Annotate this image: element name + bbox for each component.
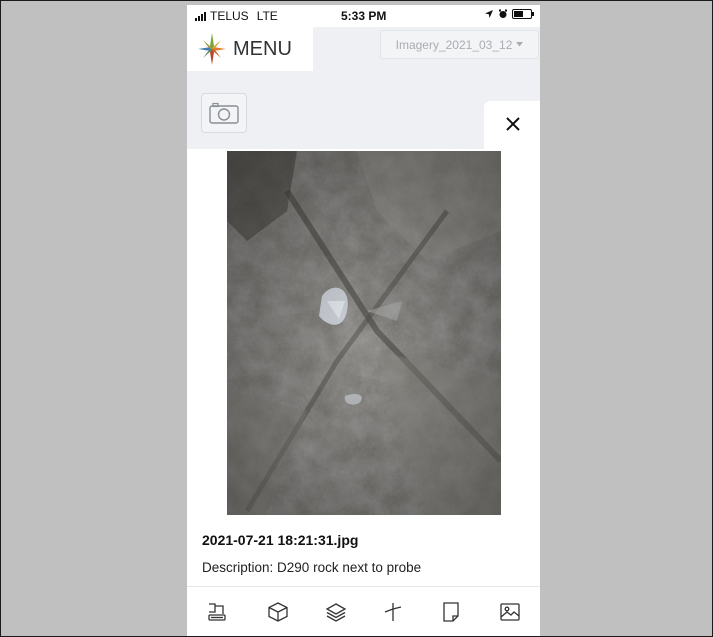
caret-down-icon <box>516 42 524 47</box>
network-type: LTE <box>256 9 278 23</box>
close-button[interactable] <box>500 111 526 137</box>
toolbar-measure-button[interactable] <box>380 599 406 625</box>
camera-icon <box>209 102 239 124</box>
close-icon <box>506 117 520 131</box>
toolbar-imagery-button[interactable] <box>497 599 523 625</box>
description-label: Description <box>202 560 277 575</box>
clock: 5:33 PM <box>341 9 387 23</box>
menu-label: MENU <box>233 37 292 60</box>
toolbar-layers-button[interactable] <box>323 599 349 625</box>
carrier-name: TELUS <box>210 9 249 23</box>
toolbar-survey-button[interactable] <box>204 599 230 625</box>
note-page-icon <box>443 602 459 622</box>
description-value: D290 rock next to probe <box>277 560 422 575</box>
menu-button[interactable]: MENU <box>187 27 313 71</box>
soil-photo-drawing <box>227 151 501 515</box>
alarm-icon <box>499 9 507 18</box>
screenshot-frame: TELUS LTE 5:33 PM MENU Imagery_2021_03_1… <box>0 0 713 637</box>
signal-icon <box>195 11 206 21</box>
toolbar-notes-button[interactable] <box>438 599 464 625</box>
survey-marker-icon <box>208 603 226 621</box>
photo-filename: 2021-07-21 18:21:31.jpg <box>202 532 359 548</box>
measure-line-icon <box>384 603 402 621</box>
photo-image[interactable] <box>227 151 501 515</box>
cube-icon <box>268 602 288 622</box>
location-arrow-icon <box>485 10 493 18</box>
photo-description: DescriptionD290 rock next to probe <box>202 560 421 575</box>
bottom-toolbar <box>187 586 540 636</box>
image-icon <box>500 603 520 621</box>
photo-panel: 2021-07-21 18:21:31.jpg DescriptionD290 … <box>187 149 540 586</box>
imagery-selected-value: Imagery_2021_03_12 <box>395 37 513 52</box>
imagery-select[interactable]: Imagery_2021_03_12 <box>380 30 539 59</box>
camera-button[interactable] <box>201 93 247 133</box>
status-bar: TELUS LTE 5:33 PM <box>187 5 540 27</box>
status-icons <box>484 9 534 19</box>
phone-screen: TELUS LTE 5:33 PM MENU Imagery_2021_03_1… <box>187 5 540 636</box>
battery-icon <box>512 9 534 19</box>
toolbar-3d-button[interactable] <box>265 599 291 625</box>
layers-icon <box>325 603 347 622</box>
carrier-group: TELUS LTE <box>195 9 278 23</box>
four-point-star-logo <box>198 33 226 65</box>
